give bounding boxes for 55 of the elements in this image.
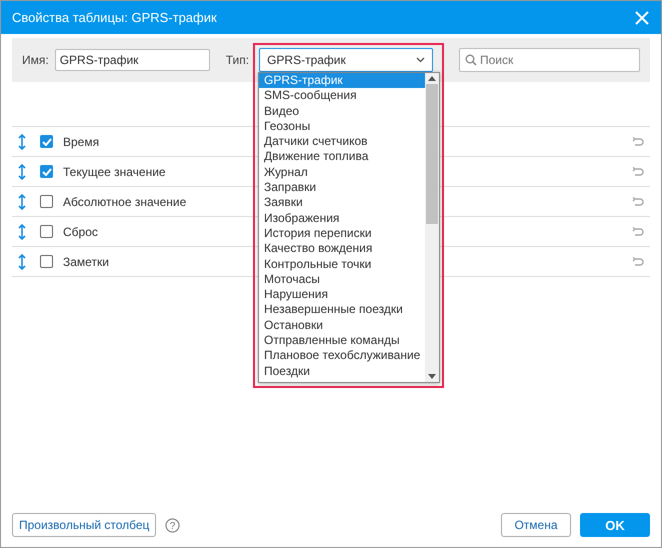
dropdown-option[interactable]: Заправки [259, 180, 425, 196]
cancel-button[interactable]: Отмена [501, 513, 571, 537]
undo-icon[interactable] [632, 226, 644, 236]
undo-icon[interactable] [632, 166, 644, 176]
checkbox[interactable] [40, 255, 53, 268]
help-icon[interactable]: ? [165, 518, 180, 532]
custom-column-button[interactable]: Произвольный столбец [12, 513, 156, 537]
checkbox[interactable] [40, 135, 53, 148]
scroll-down-icon[interactable] [428, 374, 436, 379]
dropdown-option[interactable]: Заявки [259, 195, 425, 211]
dropdown-option[interactable]: Видео [259, 104, 425, 119]
dropdown-option[interactable]: Незавершенные поездки [259, 302, 425, 318]
drag-handle-icon[interactable] [18, 164, 26, 180]
search-field[interactable]: Поиск [459, 48, 640, 72]
dropdown-option[interactable]: Плановое техобслуживание [259, 348, 425, 364]
dropdown-option[interactable]: История переписки [259, 226, 425, 242]
dropdown-option[interactable]: Моточасы [259, 272, 425, 288]
scrollbar[interactable] [425, 73, 439, 382]
dropdown-option[interactable]: Журнал [259, 164, 425, 180]
window-title: Свойства таблицы: GPRS-трафик [12, 10, 218, 25]
checkbox[interactable] [40, 195, 53, 208]
dropdown-option[interactable]: Остановки [259, 318, 425, 334]
drag-handle-icon[interactable] [18, 194, 26, 210]
dropdown-option[interactable]: Качество вождения [259, 241, 425, 257]
dropdown-option[interactable]: Контрольные точки [259, 256, 425, 272]
drag-handle-icon[interactable] [18, 224, 26, 240]
column-label: Текущее значение [63, 164, 166, 178]
dropdown-option[interactable]: Отправленные команды [259, 333, 425, 348]
column-label: Абсолютное значение [63, 194, 186, 208]
name-field[interactable]: GPRS-трафик [54, 49, 210, 71]
dropdown-option[interactable]: Изображения [259, 210, 425, 226]
dropdown-option[interactable]: GPRS-трафик [259, 73, 425, 88]
undo-icon[interactable] [632, 196, 644, 206]
dropdown-option[interactable]: Нарушения [259, 287, 425, 302]
type-label: Тип: [226, 53, 250, 67]
column-label: Сброс [63, 224, 98, 238]
dropdown-option[interactable]: Геозоны [259, 118, 425, 134]
scroll-up-icon[interactable] [428, 76, 436, 81]
checkbox[interactable] [40, 165, 53, 178]
column-label: Заметки [63, 254, 109, 268]
drag-handle-icon[interactable] [18, 254, 26, 270]
close-icon[interactable] [635, 10, 649, 24]
dropdown-option[interactable]: Поездки [259, 364, 425, 379]
undo-icon[interactable] [632, 256, 644, 266]
dropdown-option[interactable]: SMS-сообщения [259, 88, 425, 104]
dropdown-option[interactable]: Движение топлива [259, 149, 425, 165]
dropdown-option[interactable]: Датчики счетчиков [259, 134, 425, 150]
chevron-icon [416, 57, 425, 63]
drag-handle-icon[interactable] [18, 134, 26, 150]
name-label: Имя: [22, 53, 49, 67]
column-label: Время [63, 134, 100, 148]
search-icon [465, 54, 477, 66]
checkbox[interactable] [40, 225, 53, 238]
undo-icon[interactable] [632, 136, 644, 146]
type-select[interactable]: GPRS-трафик [259, 48, 433, 72]
